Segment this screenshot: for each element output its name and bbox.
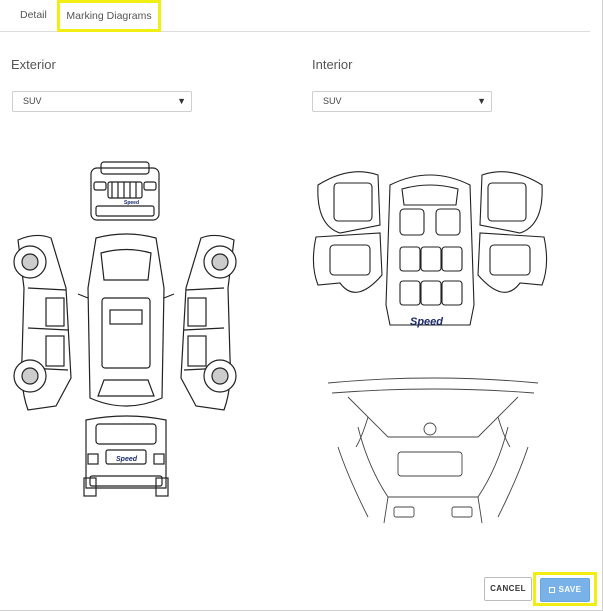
save-button[interactable]: SAVE — [540, 578, 590, 602]
chevron-down-icon: ▼ — [477, 96, 486, 106]
save-button-highlight: SAVE — [533, 572, 597, 606]
front-view — [90, 161, 160, 221]
interior-brand-text: Speed — [410, 316, 443, 328]
tab-bar: Detail Marking Diagrams — [0, 0, 590, 32]
exterior-marking-diagram[interactable]: Speed Speed — [6, 158, 246, 503]
exterior-vehicle-type-select[interactable]: SUV ▼ — [12, 91, 192, 112]
cabin-top-view — [385, 174, 475, 326]
front-brand-text: Speed — [124, 200, 139, 206]
left-doors — [312, 171, 383, 293]
interior-roof-diagram[interactable] — [328, 377, 538, 527]
cancel-button[interactable]: CANCEL — [484, 577, 532, 601]
tab-detail[interactable]: Detail — [20, 0, 47, 32]
chevron-down-icon: ▼ — [177, 96, 186, 106]
interior-vehicle-type-select[interactable]: SUV ▼ — [312, 91, 492, 112]
rear-brand-text: Speed — [116, 456, 138, 463]
exterior-label: Exterior — [11, 57, 56, 72]
top-view — [77, 233, 175, 407]
exterior-select-value: SUV — [23, 96, 42, 106]
interior-top-diagram[interactable]: Speed — [310, 165, 550, 335]
tab-marking-diagrams[interactable]: Marking Diagrams — [57, 0, 161, 32]
right-doors — [477, 171, 548, 293]
floppy-disk-icon — [548, 587, 555, 593]
interior-label: Interior — [312, 57, 353, 72]
save-button-label: SAVE — [558, 585, 582, 594]
interior-select-value: SUV — [323, 96, 342, 106]
